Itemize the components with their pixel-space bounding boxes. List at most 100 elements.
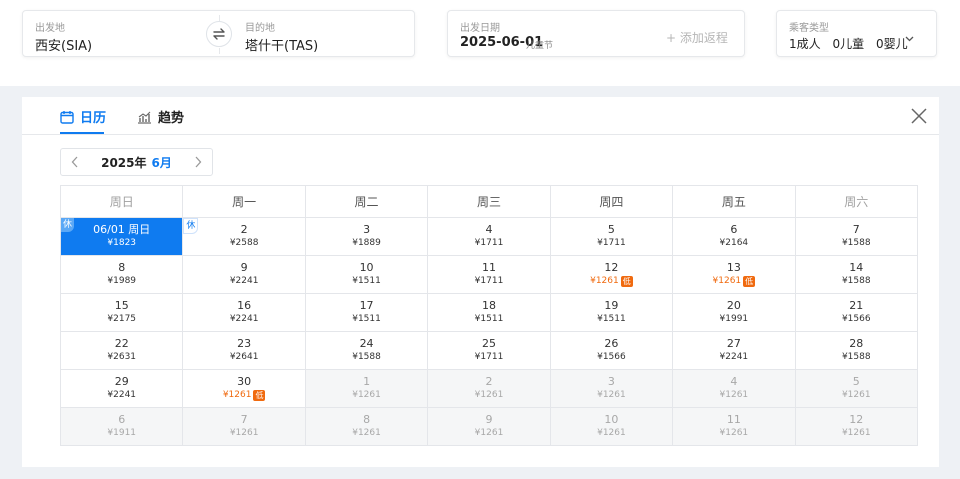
day-number: 15 — [114, 299, 129, 312]
price-value: ¥1711 — [474, 276, 504, 286]
price-value: ¥1261 — [474, 390, 504, 400]
day-number: 06/01 周日 — [93, 223, 151, 236]
calendar-day-selected[interactable]: 休 06/01 周日 ¥1823 — [61, 218, 184, 256]
calendar-day[interactable]: 11 ¥1711 — [428, 256, 551, 294]
day-number: 12 — [849, 413, 864, 426]
calendar-day[interactable]: 26 ¥1566 — [550, 332, 674, 370]
calendar-day[interactable]: 9 ¥1261 — [428, 408, 551, 446]
tab-calendar[interactable]: 日历 — [60, 107, 106, 126]
calendar-day[interactable]: 16 ¥2241 — [183, 294, 306, 332]
day-number: 27 — [726, 337, 741, 350]
day-number: 7 — [852, 223, 860, 236]
weekday-header: 周一 — [183, 186, 306, 218]
day-number: 8 — [118, 261, 126, 274]
calendar-day[interactable]: 6 ¥2164 — [673, 218, 796, 256]
day-price: ¥1889 — [352, 237, 381, 250]
day-number: 16 — [237, 299, 252, 312]
day-number: 6 — [118, 413, 126, 426]
chevron-left-icon[interactable] — [71, 156, 79, 168]
price-value: ¥1261 — [597, 428, 626, 438]
passenger-counts: 1成人 0儿童 0婴儿 — [789, 35, 916, 52]
calendar-day[interactable]: 29 ¥2241 — [61, 370, 184, 408]
calendar-day[interactable]: 4 ¥1711 — [428, 218, 551, 256]
chevron-right-icon[interactable] — [194, 156, 202, 168]
view-tabs: 日历 趋势 — [22, 97, 939, 135]
calendar-day[interactable]: 13 ¥1261 低 — [673, 256, 796, 294]
add-return-button[interactable]: + 添加返程 — [666, 29, 728, 46]
price-calendar-grid: 周日 周一 周二 周三 周四 周五 周六 休 06/01 周日 ¥1823 休 2 ¥25… — [60, 185, 918, 446]
calendar-day[interactable]: 17 ¥1511 — [305, 294, 429, 332]
calendar-day[interactable]: 7 ¥1261 — [183, 408, 306, 446]
day-price: ¥1261 — [842, 389, 871, 402]
day-price: ¥1261 — [352, 389, 381, 402]
calendar-day[interactable]: 3 ¥1889 — [305, 218, 429, 256]
weekday-header: 周五 — [673, 186, 796, 218]
calendar-day[interactable]: 7 ¥1588 — [795, 218, 918, 256]
calendar-day[interactable]: 22 ¥2631 — [61, 332, 184, 370]
active-tab-indicator — [60, 132, 104, 134]
calendar-day[interactable]: 5 ¥1261 — [795, 370, 918, 408]
calendar-day[interactable]: 25 ¥1711 — [428, 332, 551, 370]
calendar-day[interactable]: 8 ¥1261 — [305, 408, 429, 446]
calendar-day[interactable]: 10 ¥1511 — [305, 256, 429, 294]
price-value: ¥1261 — [597, 390, 626, 400]
price-value: ¥1261 — [841, 428, 871, 438]
calendar-day[interactable]: 24 ¥1588 — [305, 332, 429, 370]
weekday-header: 周四 — [550, 186, 674, 218]
destination-value: 塔什干(TAS) — [245, 39, 319, 54]
calendar-day[interactable]: 14 ¥1588 — [795, 256, 918, 294]
calendar-day[interactable]: 20 ¥1991 — [673, 294, 796, 332]
day-price: ¥2175 — [107, 313, 136, 326]
day-number: 25 — [481, 337, 496, 350]
calendar-day[interactable]: 19 ¥1511 — [550, 294, 674, 332]
adults-count: 1成人 — [789, 37, 821, 51]
calendar-day[interactable]: 8 ¥1989 — [61, 256, 184, 294]
day-number: 24 — [359, 337, 374, 350]
calendar-day[interactable]: 2 ¥1261 — [428, 370, 551, 408]
day-number: 28 — [849, 337, 864, 350]
day-number: 3 — [363, 223, 371, 236]
calendar-day[interactable]: 15 ¥2175 — [61, 294, 184, 332]
day-number: 10 — [604, 413, 619, 426]
day-number: 29 — [114, 375, 129, 388]
origin-value: 西安(SIA) — [35, 39, 93, 54]
calendar-day[interactable]: 6 ¥1911 — [61, 408, 184, 446]
chevron-down-icon — [905, 36, 914, 42]
calendar-day[interactable]: 休 2 ¥2588 — [183, 218, 306, 256]
price-value: ¥1823 — [107, 238, 137, 248]
day-number: 4 — [485, 223, 493, 236]
calendar-day[interactable]: 28 ¥1588 — [795, 332, 918, 370]
weekday-header: 周三 — [428, 186, 551, 218]
day-number: 7 — [240, 413, 248, 426]
calendar-day[interactable]: 18 ¥1511 — [428, 294, 551, 332]
swap-button[interactable] — [206, 21, 232, 47]
calendar-day[interactable]: 5 ¥1711 — [550, 218, 674, 256]
calendar-day[interactable]: 4 ¥1261 — [673, 370, 796, 408]
day-price: ¥1261 — [352, 427, 381, 440]
calendar-day[interactable]: 1 ¥1261 — [305, 370, 429, 408]
calendar-day[interactable]: 12 ¥1261 低 — [550, 256, 674, 294]
tab-trend[interactable]: 趋势 — [137, 107, 184, 126]
calendar-day[interactable]: 9 ¥2241 — [183, 256, 306, 294]
day-price: ¥1261 — [597, 427, 626, 440]
price-value: ¥1911 — [107, 428, 137, 438]
calendar-day[interactable]: 11 ¥1261 — [673, 408, 796, 446]
calendar-day[interactable]: 10 ¥1261 — [550, 408, 674, 446]
day-price: ¥2241 — [107, 389, 136, 402]
close-icon[interactable] — [911, 108, 927, 124]
day-number: 23 — [237, 337, 252, 350]
day-price: ¥1261 — [720, 427, 749, 440]
day-price: ¥1261 — [475, 427, 504, 440]
month-title: 2025年 6月 — [101, 154, 172, 171]
calendar-day[interactable]: 21 ¥1566 — [795, 294, 918, 332]
calendar-day[interactable]: 12 ¥1261 — [795, 408, 918, 446]
calendar-day[interactable]: 27 ¥2241 — [673, 332, 796, 370]
tab-trend-label: 趋势 — [158, 111, 185, 126]
calendar-day[interactable]: 3 ¥1261 — [550, 370, 674, 408]
day-number: 17 — [359, 299, 374, 312]
calendar-day[interactable]: 30 ¥1261 低 — [183, 370, 306, 408]
calendar-day[interactable]: 23 ¥2641 — [183, 332, 306, 370]
day-number: 19 — [604, 299, 619, 312]
day-price: ¥1911 — [107, 427, 136, 440]
passenger-type-select[interactable]: 乘客类型 1成人 0儿童 0婴儿 — [776, 10, 937, 57]
